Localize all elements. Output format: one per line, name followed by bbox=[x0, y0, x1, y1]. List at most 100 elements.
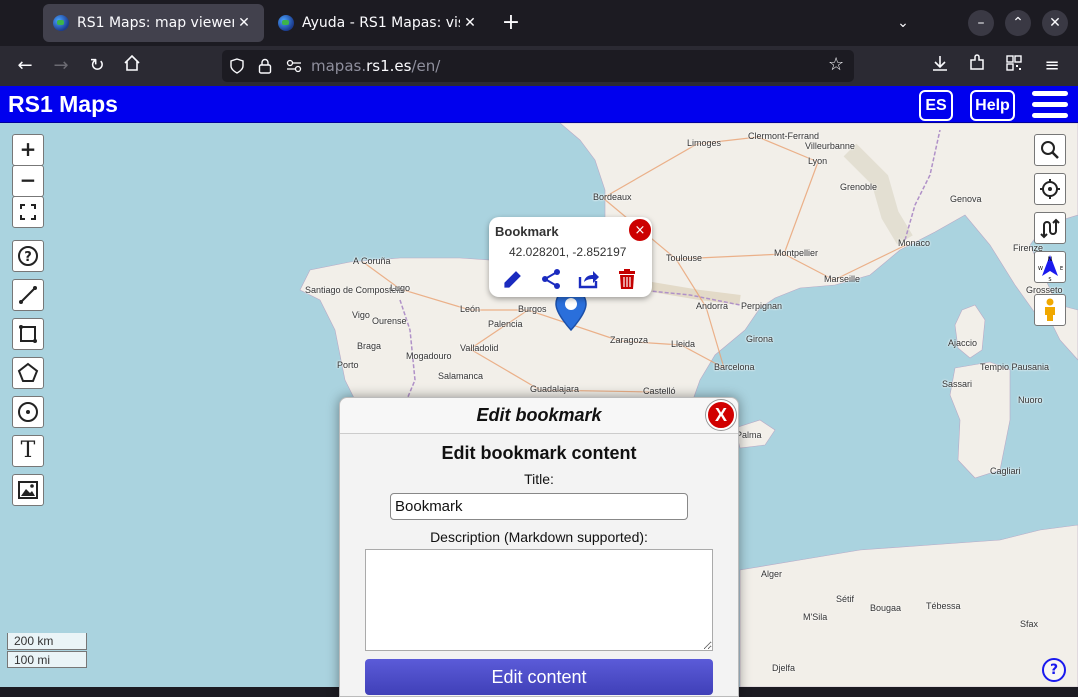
home-icon[interactable] bbox=[120, 54, 144, 78]
place-label: Mogadouro bbox=[406, 351, 452, 361]
bookmark-star-icon[interactable]: ☆ bbox=[828, 54, 844, 75]
draw-circle-icon[interactable] bbox=[12, 396, 44, 428]
forward-icon[interactable]: → bbox=[49, 54, 73, 78]
svg-text:N: N bbox=[1048, 256, 1053, 263]
maximize-icon[interactable]: ⌃ bbox=[1005, 10, 1031, 36]
edit-pencil-icon[interactable] bbox=[501, 267, 525, 291]
popup-coordinates[interactable]: 42.028201, -2.852197 bbox=[509, 245, 626, 259]
lock-icon[interactable] bbox=[258, 58, 272, 74]
place-label: Lugo bbox=[390, 283, 411, 293]
place-label: Montpellier bbox=[774, 248, 819, 258]
app-header: RS1 Maps ES Help bbox=[0, 86, 1078, 123]
description-textarea[interactable] bbox=[365, 549, 713, 651]
place-label: Tébessa bbox=[926, 601, 961, 611]
place-label: Tempio Pausania bbox=[980, 362, 1050, 372]
title-label: Title: bbox=[524, 471, 554, 487]
place-label: Castelló bbox=[643, 386, 676, 396]
place-label: León bbox=[460, 304, 481, 314]
place-label: Villeurbanne bbox=[805, 141, 855, 151]
place-label: Santiago de Compostela bbox=[305, 285, 404, 295]
locate-me-icon[interactable] bbox=[1034, 173, 1066, 205]
fullscreen-icon[interactable] bbox=[12, 196, 44, 228]
shield-icon[interactable] bbox=[229, 58, 245, 74]
add-image-icon[interactable] bbox=[12, 474, 44, 506]
place-label: Perpignan bbox=[741, 301, 783, 311]
close-tab-icon[interactable]: ✕ bbox=[234, 15, 254, 31]
place-label: Lyon bbox=[808, 156, 828, 166]
share-icon[interactable] bbox=[539, 267, 563, 291]
compass-icon[interactable]: N SW E bbox=[1034, 251, 1066, 283]
draw-rectangle-icon[interactable] bbox=[12, 318, 44, 350]
place-label: Sassari bbox=[942, 379, 973, 389]
place-label: Lleida bbox=[671, 339, 696, 349]
extensions-icon[interactable] bbox=[965, 54, 989, 78]
browser-nav-bar: ← → ↻ mapas.rs1.es/en/ ☆ ≡ bbox=[0, 46, 1078, 86]
place-label: Toulouse bbox=[666, 253, 703, 263]
tab-title: Ayuda - RS1 Mapas: visualiz bbox=[302, 15, 460, 31]
draw-line-icon[interactable] bbox=[12, 279, 44, 311]
zoom-out-button[interactable]: − bbox=[12, 165, 44, 197]
export-icon[interactable] bbox=[577, 267, 601, 291]
place-label: Ajaccio bbox=[948, 338, 978, 348]
place-label: Clermont-Ferrand bbox=[748, 131, 820, 141]
search-icon[interactable] bbox=[1034, 134, 1066, 166]
reload-icon[interactable]: ↻ bbox=[85, 54, 109, 78]
place-label: Andorra bbox=[696, 301, 729, 311]
svg-text:?: ? bbox=[24, 250, 32, 265]
popup-close-button[interactable]: × bbox=[628, 218, 652, 242]
place-label: Burgos bbox=[518, 304, 547, 314]
minimize-icon[interactable]: – bbox=[968, 10, 994, 36]
new-tab-button[interactable]: + bbox=[498, 8, 524, 38]
list-tabs-icon[interactable]: ⌄ bbox=[890, 10, 916, 36]
edit-bookmark-dialog: Edit bookmark bbox=[339, 397, 739, 697]
help-circle-icon[interactable]: ? bbox=[12, 240, 44, 272]
route-icon[interactable] bbox=[1034, 212, 1066, 244]
edit-content-button[interactable]: Edit content bbox=[365, 659, 713, 695]
dialog-close-button[interactable]: X bbox=[706, 400, 736, 430]
zoom-in-button[interactable]: + bbox=[12, 134, 44, 166]
app-title[interactable]: RS1 Maps bbox=[8, 91, 118, 118]
place-label: Valladolid bbox=[460, 343, 499, 353]
scale-mi: 100 mi bbox=[7, 651, 87, 668]
close-window-icon[interactable]: ✕ bbox=[1042, 10, 1068, 36]
place-label: M'Sila bbox=[803, 612, 828, 622]
permissions-icon[interactable] bbox=[286, 59, 302, 73]
close-tab-icon[interactable]: ✕ bbox=[460, 15, 480, 31]
place-label: Bordeaux bbox=[593, 192, 632, 202]
url-text[interactable]: mapas.rs1.es/en/ bbox=[311, 57, 440, 75]
svg-text:W: W bbox=[1038, 266, 1043, 272]
add-text-icon[interactable]: T bbox=[12, 435, 44, 467]
title-input[interactable] bbox=[390, 493, 688, 520]
draw-polygon-icon[interactable] bbox=[12, 357, 44, 389]
popup-title: Bookmark bbox=[495, 224, 559, 239]
delete-trash-icon[interactable] bbox=[615, 267, 639, 291]
place-label: Alger bbox=[761, 569, 783, 579]
place-label: Barcelona bbox=[714, 362, 755, 372]
app-menu-icon[interactable]: ≡ bbox=[1040, 54, 1064, 78]
place-label: Vigo bbox=[352, 310, 370, 320]
language-button[interactable]: ES bbox=[919, 90, 953, 121]
url-bar[interactable]: mapas.rs1.es/en/ ☆ bbox=[222, 50, 854, 82]
place-label: Zaragoza bbox=[610, 335, 649, 345]
back-icon[interactable]: ← bbox=[13, 54, 37, 78]
downloads-icon[interactable] bbox=[928, 54, 952, 78]
svg-text:E: E bbox=[1060, 266, 1063, 272]
place-label: Ourense bbox=[372, 316, 407, 326]
place-label: Genova bbox=[950, 194, 982, 204]
qr-code-icon[interactable] bbox=[1002, 54, 1026, 78]
dialog-subtitle: Edit bookmark content bbox=[441, 443, 637, 463]
help-button[interactable]: Help bbox=[970, 90, 1015, 121]
attribution-help-icon[interactable]: ? bbox=[1042, 658, 1066, 682]
hamburger-menu-icon[interactable] bbox=[1032, 91, 1068, 119]
street-view-icon[interactable] bbox=[1034, 294, 1066, 326]
place-label: Palencia bbox=[488, 319, 523, 329]
place-label: Salamanca bbox=[438, 371, 484, 381]
tab-rs1-maps[interactable]: RS1 Maps: map viewer ✕ bbox=[43, 4, 264, 42]
tab-ayuda[interactable]: Ayuda - RS1 Mapas: visualiz ✕ bbox=[268, 4, 490, 42]
place-label: Limoges bbox=[687, 138, 722, 148]
place-label: Djelfa bbox=[772, 663, 796, 673]
place-label: Nuoro bbox=[1018, 395, 1043, 405]
place-label: Braga bbox=[357, 341, 382, 351]
browser-tab-bar: RS1 Maps: map viewer ✕ Ayuda - RS1 Mapas… bbox=[0, 0, 1078, 46]
place-label: Palma bbox=[736, 430, 762, 440]
